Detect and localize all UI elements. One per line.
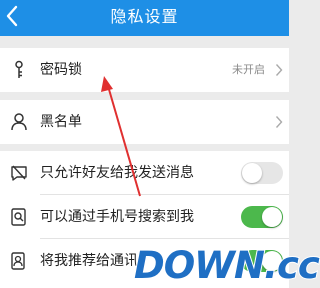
chevron-right-icon — [275, 64, 283, 76]
header-bar: 隐私设置 — [0, 0, 289, 36]
friends-only-message-label: 只允许好友给我发送消息 — [40, 165, 194, 181]
phone-search-label: 可以通过手机号搜索到我 — [40, 209, 194, 225]
password-lock-status: 未开启 — [232, 63, 265, 76]
chevron-right-icon — [275, 116, 283, 128]
friends-only-message-toggle[interactable] — [241, 162, 283, 184]
watermark-text: DOWN.cc — [133, 243, 320, 288]
friends-only-message-row: 只允许好友给我发送消息 — [0, 151, 289, 195]
key-icon — [15, 60, 23, 78]
message-block-icon — [11, 165, 27, 181]
phone-search-row: 可以通过手机号搜索到我 — [0, 195, 289, 239]
password-lock-label: 密码锁 — [40, 62, 82, 78]
person-icon — [11, 113, 27, 131]
phone-search-toggle[interactable] — [241, 206, 283, 228]
blacklist-label: 黑名单 — [40, 114, 82, 130]
watermark-logo: DOWN.cc — [130, 243, 320, 288]
phone-search-icon — [11, 208, 26, 226]
contact-recommend-icon — [11, 252, 25, 270]
recommend-contacts-label: 将我推荐给通讯 — [40, 253, 138, 269]
password-lock-row[interactable]: 密码锁 未开启 — [0, 48, 289, 92]
page-title: 隐私设置 — [110, 7, 179, 26]
toggle-knob — [242, 163, 262, 183]
toggle-knob — [262, 207, 282, 227]
blacklist-row[interactable]: 黑名单 — [0, 100, 289, 144]
